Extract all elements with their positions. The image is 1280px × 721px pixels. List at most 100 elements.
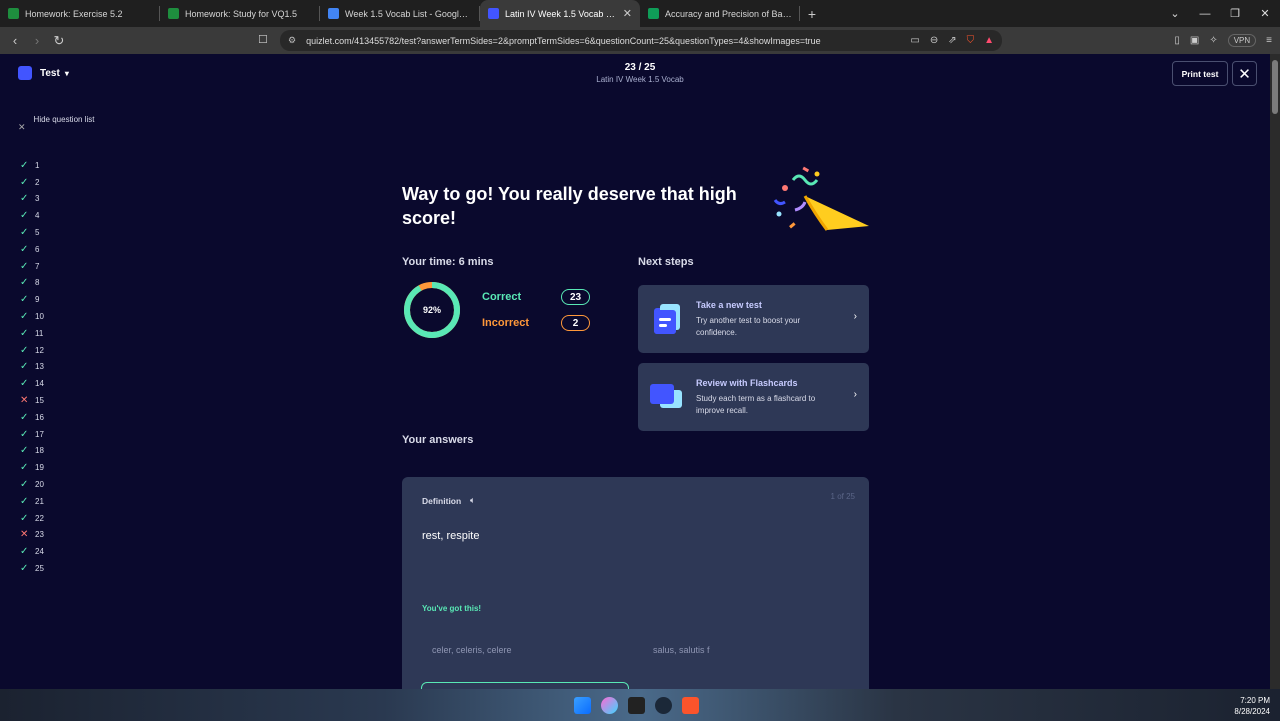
next-step-desc: Study each term as a flashcard to improv… xyxy=(696,394,816,415)
scrollbar-thumb[interactable] xyxy=(1272,60,1278,114)
cast-icon[interactable]: ▭ xyxy=(910,35,919,46)
brave-shield-icon[interactable]: ⛉ xyxy=(967,35,975,46)
steam-icon[interactable] xyxy=(655,697,672,714)
browser-tab[interactable]: Latin IV Week 1.5 Vocab | Quizlet ✕ xyxy=(480,0,640,27)
minimize-button[interactable]: — xyxy=(1190,8,1220,20)
correct-count-badge: 23 xyxy=(561,289,590,305)
question-number: 25 xyxy=(35,564,44,574)
hide-question-list-label: Hide question list xyxy=(33,115,95,124)
question-list-item[interactable]: ✓ 18 xyxy=(20,443,44,460)
vpn-button[interactable]: VPN xyxy=(1227,34,1257,47)
question-list-item[interactable]: ✓ 20 xyxy=(20,476,44,493)
question-number: 3 xyxy=(35,194,40,204)
question-list-item[interactable]: ✓ 11 xyxy=(20,325,44,342)
wallet-icon[interactable]: ▣ xyxy=(1190,35,1199,46)
card-position: 1 of 25 xyxy=(830,492,855,501)
encouragement-text: You've got this! xyxy=(422,604,482,613)
question-list-item[interactable]: ✕ 23 xyxy=(20,527,44,544)
question-list-item[interactable]: ✓ 17 xyxy=(20,426,44,443)
print-test-button[interactable]: Print test xyxy=(1172,61,1228,86)
zoom-icon[interactable]: ⊖ xyxy=(930,35,938,46)
answer-option[interactable]: celer, celeris, celere xyxy=(432,645,512,655)
question-list-item[interactable]: ✓ 21 xyxy=(20,493,44,510)
question-list-item[interactable]: ✓ 22 xyxy=(20,510,44,527)
question-list-item[interactable]: ✓ 13 xyxy=(20,359,44,376)
browser-tab-strip: Homework: Exercise 5.2 Homework: Study fo… xyxy=(0,0,1280,27)
question-list-item[interactable]: ✓ 6 xyxy=(20,241,44,258)
question-list-item[interactable]: ✓ 14 xyxy=(20,375,44,392)
back-icon[interactable]: ‹ xyxy=(4,33,26,48)
answer-option-box[interactable] xyxy=(421,682,629,689)
question-list-item[interactable]: ✓ 1 xyxy=(20,157,44,174)
question-number: 1 xyxy=(35,160,40,170)
question-list-item[interactable]: ✓ 8 xyxy=(20,275,44,292)
check-icon: ✓ xyxy=(20,546,29,558)
answer-option[interactable]: salus, salutis f xyxy=(653,645,710,655)
browser-tab[interactable]: Week 1.5 Vocab List - Google Docs xyxy=(320,0,480,27)
maximize-button[interactable]: ❐ xyxy=(1220,7,1250,20)
question-list-item[interactable]: ✓ 9 xyxy=(20,291,44,308)
check-icon: ✓ xyxy=(20,243,29,255)
test-doc-icon xyxy=(654,304,680,334)
review-flashcards-card[interactable]: Review with Flashcards Study each term a… xyxy=(638,363,869,431)
copilot-icon[interactable] xyxy=(601,697,618,714)
question-number: 7 xyxy=(35,261,40,271)
menu-icon[interactable]: ≡ xyxy=(1266,35,1272,46)
question-list-item[interactable]: ✓ 24 xyxy=(20,543,44,560)
question-list-item[interactable]: ✕ 15 xyxy=(20,392,44,409)
question-list-item[interactable]: ✓ 2 xyxy=(20,174,44,191)
tab-favicon-icon xyxy=(328,8,339,19)
reload-icon[interactable]: ↻ xyxy=(48,33,70,49)
window-controls: ⌄ — ❐ ✕ xyxy=(1160,0,1280,27)
browser-tab[interactable]: Homework: Exercise 5.2 xyxy=(0,0,160,27)
question-list-item[interactable]: ✓ 4 xyxy=(20,207,44,224)
question-number: 23 xyxy=(35,530,44,540)
check-icon: ✓ xyxy=(20,159,29,171)
browser-tab[interactable]: Homework: Study for VQ1.5 xyxy=(160,0,320,27)
tab-close-icon[interactable]: ✕ xyxy=(623,7,632,20)
system-clock[interactable]: 7:20 PM 8/28/2024 xyxy=(1234,695,1270,717)
question-list-item[interactable]: ✓ 25 xyxy=(20,560,44,577)
progress-count: 23 / 25 xyxy=(624,62,656,73)
take-new-test-card[interactable]: Take a new test Try another test to boos… xyxy=(638,285,869,353)
browser-tab[interactable]: Accuracy and Precision of Balance P xyxy=(640,0,800,27)
question-number: 11 xyxy=(35,328,44,338)
quizlet-page: Test ▾ 23 / 25 Latin IV Week 1.5 Vocab P… xyxy=(0,54,1270,689)
leo-icon[interactable]: ✧ xyxy=(1209,35,1217,46)
question-list-item[interactable]: ✓ 19 xyxy=(20,459,44,476)
tab-favicon-icon xyxy=(488,8,499,19)
share-icon[interactable]: ⇗ xyxy=(948,35,956,46)
check-icon: ✓ xyxy=(20,428,29,440)
hide-question-list-toggle[interactable]: ✕ Hide question list xyxy=(18,114,104,133)
party-popper-icon xyxy=(773,166,869,231)
results-heading: Way to go! You really deserve that high … xyxy=(402,184,737,228)
question-list-item[interactable]: ✓ 10 xyxy=(20,308,44,325)
brave-rewards-icon[interactable]: ▲ xyxy=(984,35,994,46)
tab-title: Homework: Study for VQ1.5 xyxy=(185,8,298,19)
brave-icon[interactable] xyxy=(682,697,699,714)
close-test-button[interactable]: ✕ xyxy=(1232,61,1257,86)
site-info-icon[interactable]: ⚙ xyxy=(288,35,296,46)
forward-icon[interactable]: › xyxy=(26,33,48,48)
question-number: 21 xyxy=(35,496,44,506)
question-list-item[interactable]: ✓ 16 xyxy=(20,409,44,426)
url-omnibox[interactable]: ⚙ quizlet.com/413455782/test?answerTermS… xyxy=(280,30,1002,51)
question-list-item[interactable]: ✓ 12 xyxy=(20,342,44,359)
bookmark-icon[interactable]: ☐ xyxy=(258,33,268,46)
speaker-icon[interactable]: 🔈︎ xyxy=(470,495,475,506)
tab-search-icon[interactable]: ⌄ xyxy=(1160,7,1190,20)
question-list-item[interactable]: ✓ 5 xyxy=(20,224,44,241)
question-number: 17 xyxy=(35,429,44,439)
windows-start-icon[interactable] xyxy=(574,697,591,714)
close-window-button[interactable]: ✕ xyxy=(1250,7,1280,20)
check-icon: ✓ xyxy=(20,445,29,457)
question-list-item[interactable]: ✓ 7 xyxy=(20,258,44,275)
score-percent: 92% xyxy=(422,305,441,315)
new-tab-button[interactable]: + xyxy=(800,0,824,27)
question-list-item[interactable]: ✓ 3 xyxy=(20,191,44,208)
next-step-desc: Try another test to boost your confidenc… xyxy=(696,316,801,337)
epic-games-icon[interactable] xyxy=(628,697,645,714)
mode-selector[interactable]: Test ▾ xyxy=(18,66,69,80)
page-scrollbar[interactable] xyxy=(1270,54,1280,689)
sidebar-toggle-icon[interactable]: ▯ xyxy=(1174,35,1180,46)
